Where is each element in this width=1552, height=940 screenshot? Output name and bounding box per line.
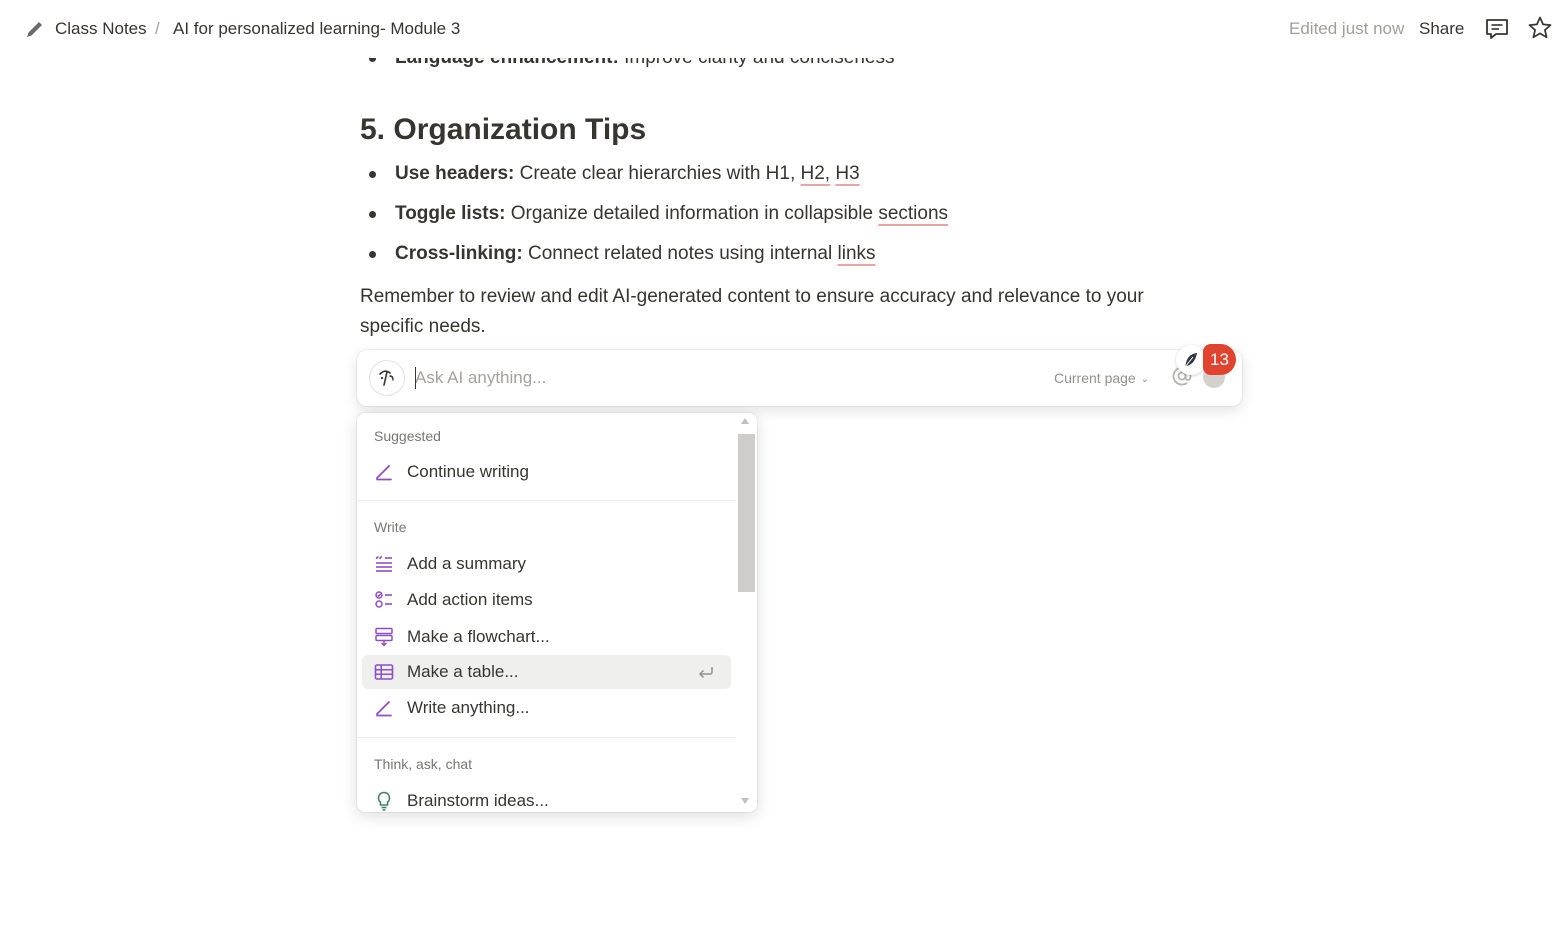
breadcrumb-class-notes[interactable]: Class Notes — [55, 18, 147, 40]
bullet-label: Cross-linking: — [395, 243, 523, 264]
menu-item-label: Make a flowchart... — [407, 627, 550, 646]
scroll-up-arrow[interactable] — [741, 418, 749, 424]
menu-divider — [357, 737, 736, 738]
bullet-text: Use headers: Create clear hierarchies wi… — [395, 162, 860, 186]
comment-icon[interactable] — [1484, 16, 1510, 42]
bullet-label: Use headers: — [395, 163, 515, 184]
bullet-dot — [369, 171, 376, 178]
star-icon[interactable] — [1527, 15, 1552, 41]
pen-icon — [376, 701, 392, 717]
menu-item-label: Add a summary — [407, 554, 527, 573]
ai-suggestions-menu: Suggested Continue writing Write Add a s… — [357, 413, 757, 812]
menu-item-make-flowchart[interactable]: Make a flowchart... — [362, 620, 731, 654]
menu-divider — [357, 500, 736, 501]
lightbulb-icon — [377, 791, 391, 811]
feather-icon — [1184, 353, 1197, 368]
scrollbar-thumb[interactable] — [738, 434, 755, 592]
top-bar: Class Notes / AI for personalized learni… — [0, 0, 1552, 58]
extension-badge[interactable] — [1176, 345, 1206, 375]
closing-paragraph[interactable]: Remember to review and edit AI-generated… — [360, 282, 1200, 342]
bullet-body: Create clear hierarchies with H1, — [514, 163, 801, 184]
text-caret — [415, 367, 416, 389]
menu-item-brainstorm-ideas[interactable]: Brainstorm ideas... — [362, 784, 731, 812]
section-title-think: Think, ask, chat — [374, 756, 473, 772]
spellcheck-word: links — [837, 243, 876, 264]
checklist-icon — [375, 591, 392, 608]
section-title-write: Write — [374, 519, 407, 535]
edited-status: Edited just now — [1289, 19, 1405, 38]
bullet-dot — [369, 211, 376, 218]
section-heading[interactable]: 5. Organization Tips — [360, 111, 646, 149]
summary-icon — [375, 556, 392, 572]
bullet-dot — [369, 251, 376, 258]
spellcheck-word: H3 — [835, 163, 860, 184]
menu-item-label: Brainstorm ideas... — [407, 791, 549, 810]
enter-key-icon — [698, 667, 713, 679]
spellcheck-word: sections — [878, 203, 949, 224]
share-button[interactable]: Share — [1419, 18, 1464, 40]
ai-face-icon — [379, 370, 394, 386]
menu-item-label: Continue writing — [407, 462, 529, 481]
menu-item-add-action-items[interactable]: Add action items — [362, 583, 731, 617]
spellcheck-word: H2, — [800, 163, 831, 184]
ai-avatar — [369, 360, 405, 396]
chevron-down-icon: ⌄ — [1140, 374, 1150, 385]
scroll-down-arrow[interactable] — [741, 798, 749, 804]
menu-item-label: Add action items — [407, 590, 533, 609]
ask-ai-input[interactable] — [415, 366, 1015, 390]
breadcrumb-separator: / — [155, 19, 160, 38]
section-title-suggested: Suggested — [374, 428, 441, 444]
bullet-body: Connect related notes using internal — [522, 243, 838, 264]
bullet-label: Toggle lists: — [395, 203, 506, 224]
bullet-body: Organize detailed information in collaps… — [505, 203, 879, 224]
menu-item-write-anything[interactable]: Write anything... — [362, 691, 731, 725]
pencil-icon — [27, 22, 42, 37]
menu-item-label: Make a table... — [407, 662, 519, 681]
menu-item-continue-writing[interactable]: Continue writing — [362, 455, 731, 489]
menu-item-add-summary[interactable]: Add a summary — [362, 547, 731, 581]
pen-icon — [376, 465, 392, 481]
flowchart-icon — [375, 627, 393, 647]
breadcrumb-page-title[interactable]: AI for personalized learning- Module 3 — [173, 18, 460, 40]
bullet-text: Cross-linking: Connect related notes usi… — [395, 242, 876, 266]
notification-count-badge: 13 — [1203, 344, 1236, 375]
menu-item-label: Write anything... — [407, 698, 530, 717]
scope-label: Current page — [1054, 370, 1136, 386]
ask-ai-bar: Current page ⌄ — [357, 350, 1242, 406]
table-icon — [374, 664, 394, 680]
menu-item-make-table[interactable]: Make a table... — [362, 655, 731, 689]
scope-selector[interactable]: Current page ⌄ — [1054, 369, 1149, 389]
bullet-text: Toggle lists: Organize detailed informat… — [395, 202, 948, 226]
